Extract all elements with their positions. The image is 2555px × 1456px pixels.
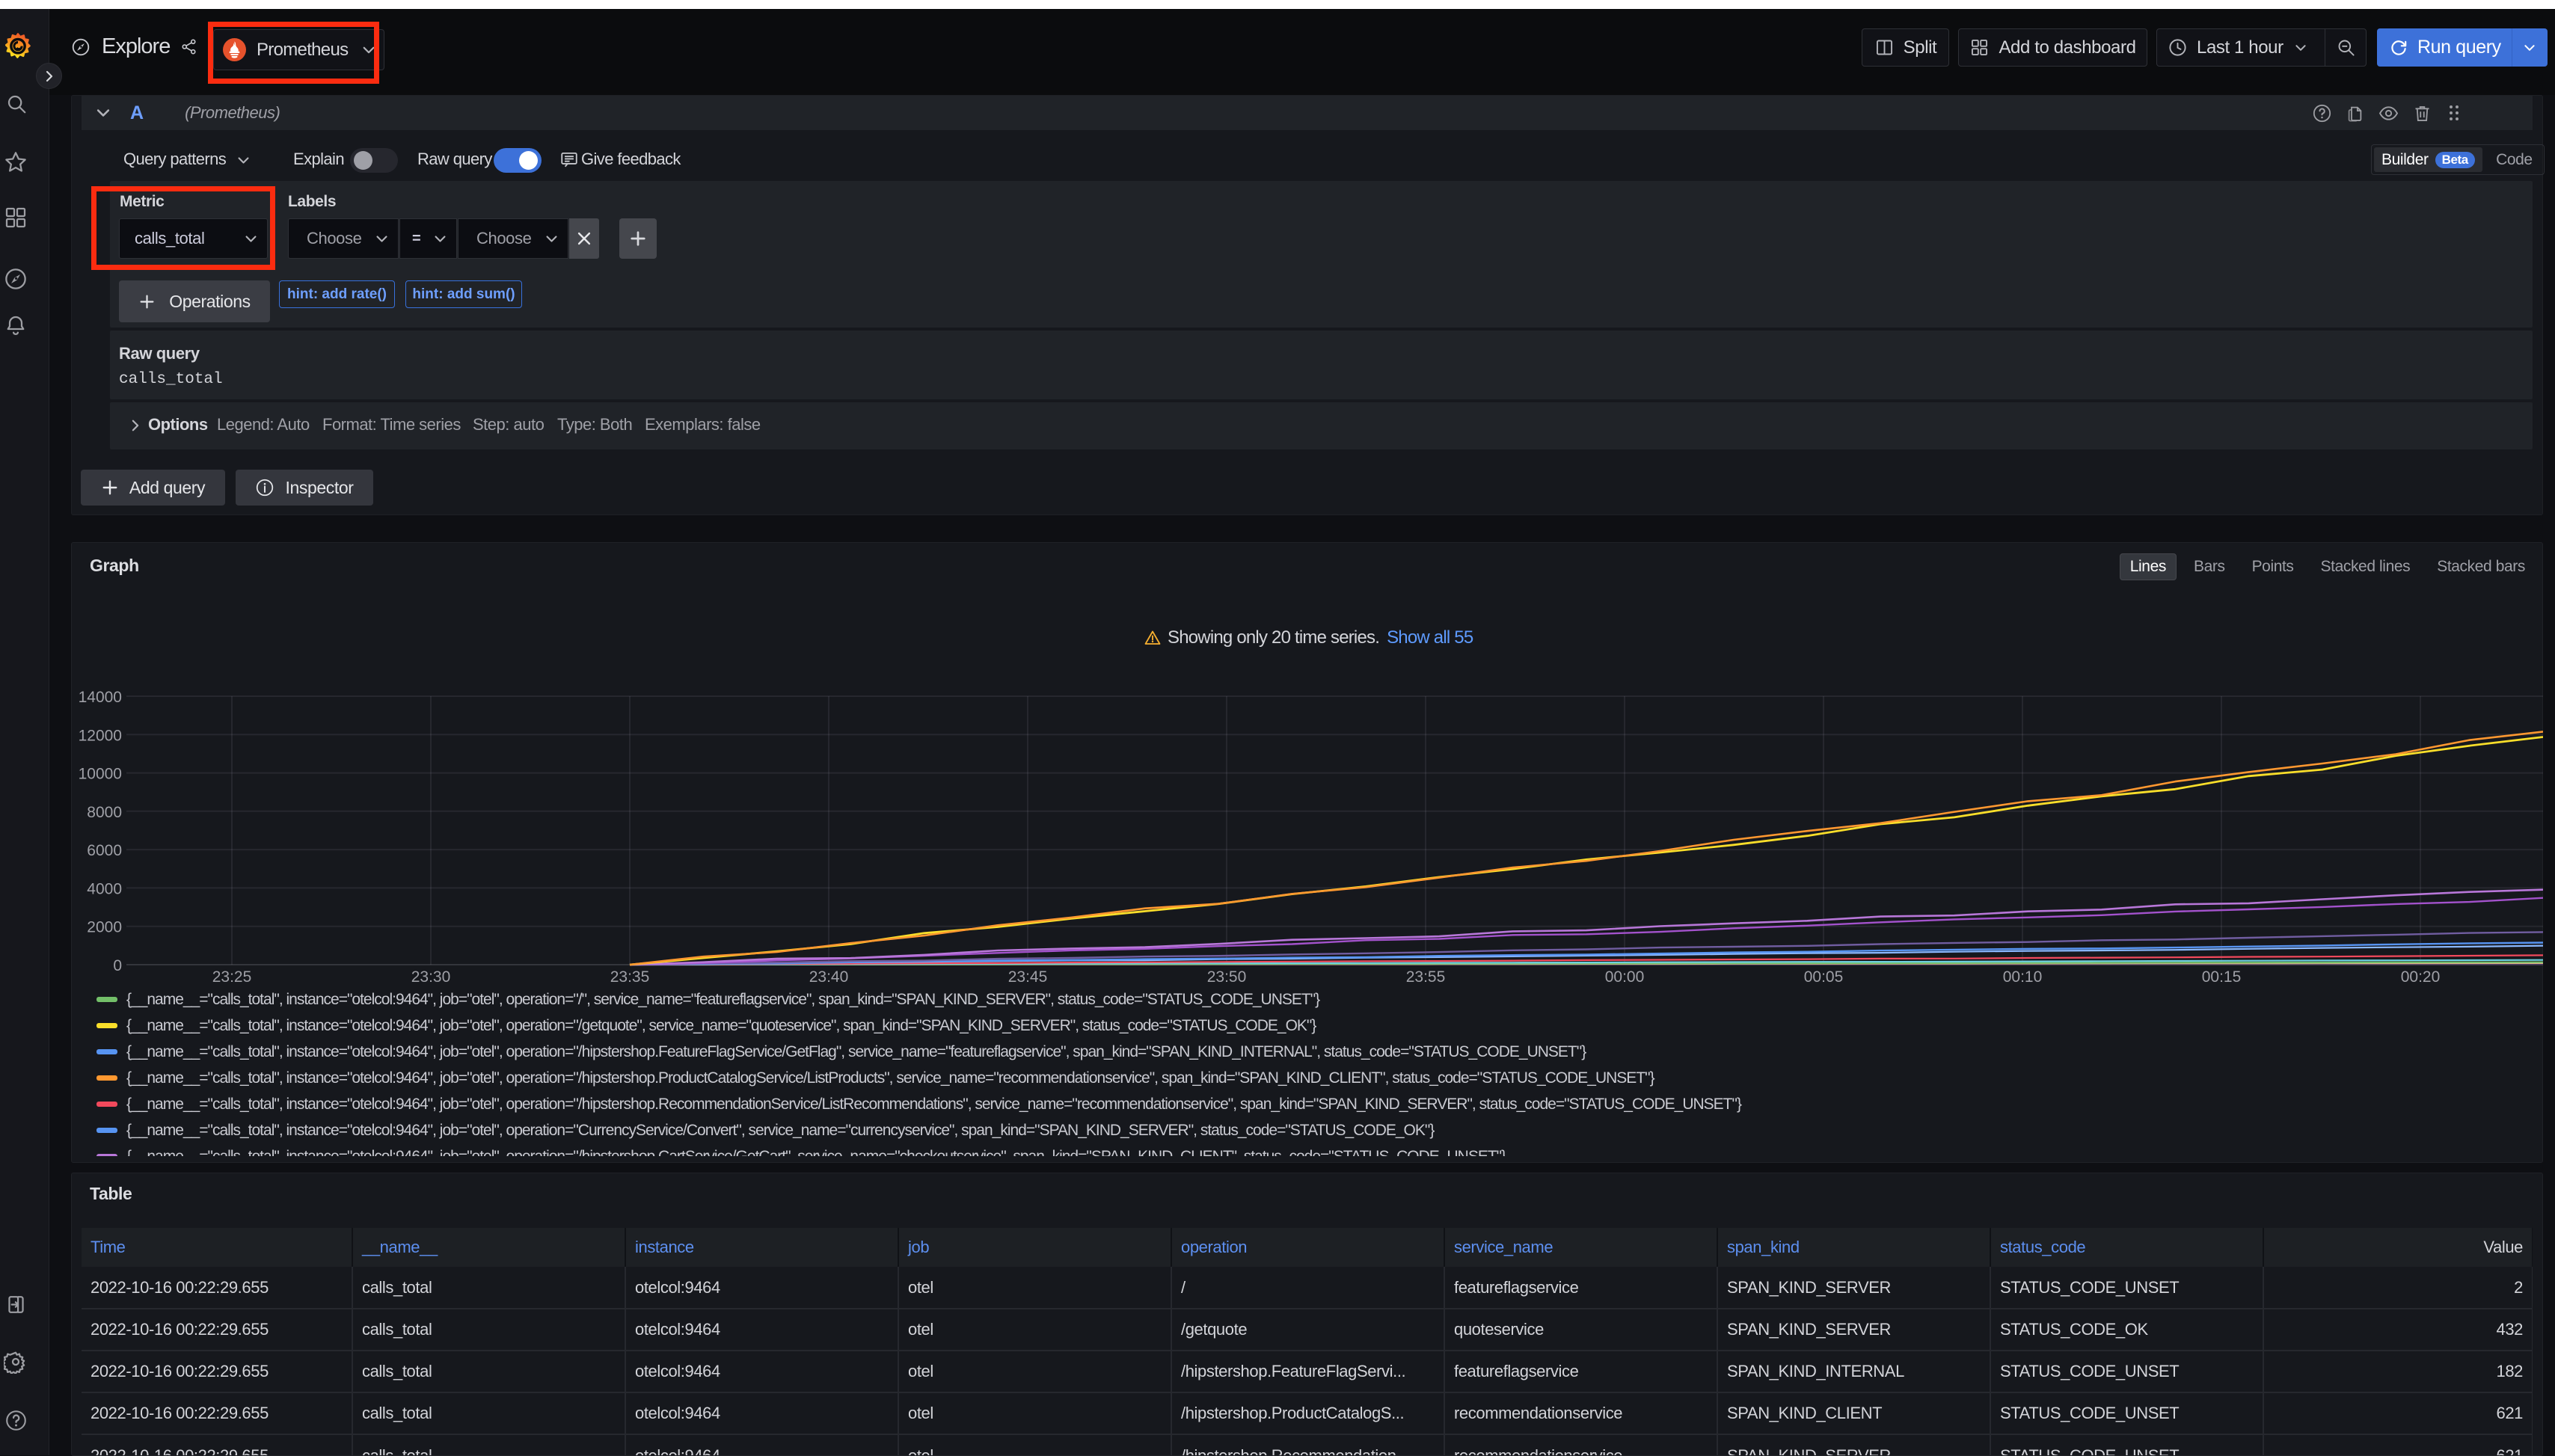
svg-text:00:05: 00:05	[1804, 968, 1844, 986]
svg-text:2000: 2000	[87, 919, 122, 936]
svg-text:23:25: 23:25	[212, 968, 252, 986]
svg-text:6000: 6000	[87, 842, 122, 859]
svg-text:23:40: 23:40	[809, 968, 849, 986]
svg-text:23:35: 23:35	[610, 968, 650, 986]
svg-text:00:15: 00:15	[2202, 968, 2242, 986]
svg-text:10000: 10000	[79, 766, 122, 783]
svg-text:00:10: 00:10	[2003, 968, 2043, 986]
svg-text:00:20: 00:20	[2401, 968, 2441, 986]
svg-text:12000: 12000	[79, 727, 122, 744]
svg-text:23:55: 23:55	[1406, 968, 1446, 986]
svg-text:8000: 8000	[87, 804, 122, 821]
svg-text:0: 0	[113, 957, 122, 974]
svg-text:23:45: 23:45	[1008, 968, 1048, 986]
svg-text:4000: 4000	[87, 880, 122, 897]
svg-text:14000: 14000	[79, 689, 122, 706]
svg-text:23:50: 23:50	[1207, 968, 1247, 986]
svg-text:23:30: 23:30	[411, 968, 451, 986]
svg-text:00:00: 00:00	[1605, 968, 1645, 986]
